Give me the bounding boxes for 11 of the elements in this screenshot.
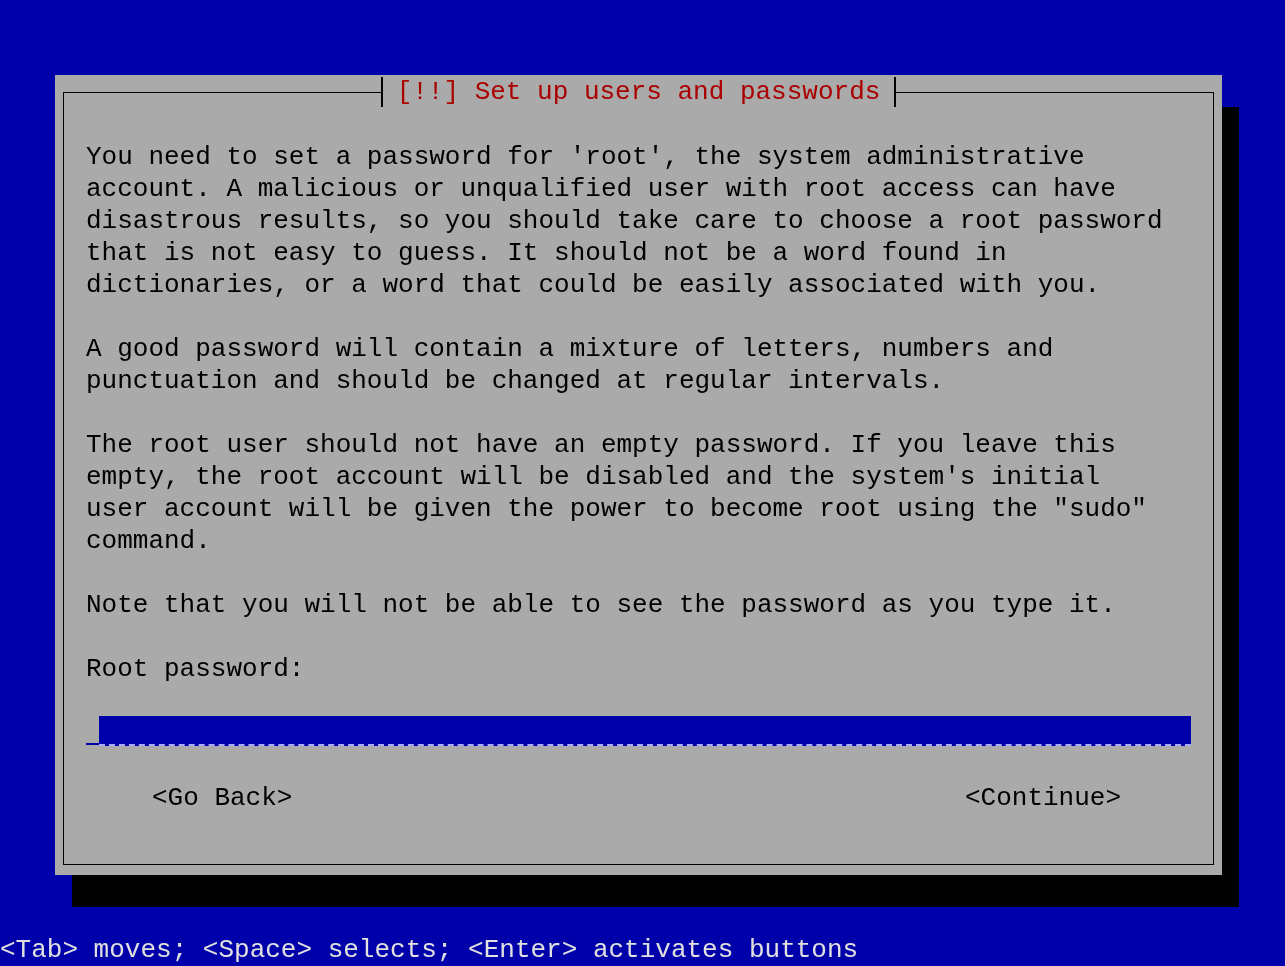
dialog-title: [!!] Set up users and passwords bbox=[380, 77, 897, 107]
help-line: <Tab> moves; <Space> selects; <Enter> activates buttons bbox=[0, 936, 859, 964]
password-field[interactable] bbox=[99, 716, 1191, 746]
dialog-button[interactable]: <Continue> bbox=[964, 782, 1121, 814]
field-label: Root password: bbox=[86, 653, 306, 685]
message-paragraph: A good password will contain a mixture of letters, numbers and punctuation and should be changed at regular intervals. bbox=[86, 333, 1055, 397]
message-paragraph: The root user should not have an empty password. If you leave this empty, the root account will be disabled and the system's initial user account will be given the power to become root using the "sudo" command. bbox=[86, 429, 1148, 557]
message-paragraph: You need to set a password for 'root', the system administrative account. A malicious or unqualified user with root access can have disastrous results, so you should take care to choose a root password that is not easy to guess. It should not be a word found in dictionaries, or a word that could be easily associated with you. bbox=[86, 141, 1164, 301]
text-cursor bbox=[86, 743, 99, 745]
message-paragraph: Note that you will not be able to see the password as you type it. bbox=[86, 589, 1117, 621]
dialog-button[interactable]: <Go Back> bbox=[152, 782, 293, 814]
